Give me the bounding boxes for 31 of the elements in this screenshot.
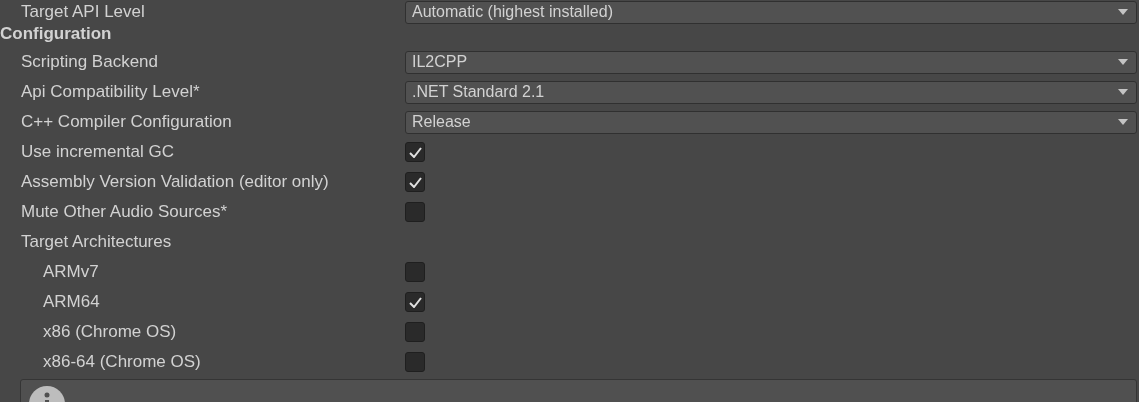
field-label: x86 (Chrome OS) [43,321,178,344]
checkbox[interactable] [405,292,425,312]
checkmark-icon [408,296,422,308]
dropdown[interactable]: .NET Standard 2.1 [405,80,1137,104]
field-label: Mute Other Audio Sources* [21,201,228,224]
group-label: Target Architectures [21,231,172,254]
field-label: Scripting Backend [21,51,160,74]
checkbox[interactable] [405,322,425,342]
field-label: Target API Level [21,1,146,24]
caret-icon [1118,9,1128,15]
dropdown[interactable]: IL2CPP [405,50,1137,74]
checkbox[interactable] [405,202,425,222]
field-label: C++ Compiler Configuration [21,111,233,134]
field-label: x86-64 (Chrome OS) [43,351,202,374]
field-label: ARMv7 [43,261,100,284]
checkmark-icon [408,176,422,188]
caret-icon [1118,89,1128,95]
caret-icon [1118,59,1128,65]
checkbox[interactable] [405,352,425,372]
dropdown[interactable]: Automatic (highest installed) [405,0,1137,24]
section-title: Configuration [0,22,112,45]
checkbox[interactable] [405,142,425,162]
field-label: Api Compatibility Level* [21,81,201,104]
checkbox[interactable] [405,172,425,192]
dropdown[interactable]: Release [405,110,1137,134]
field-label: Assembly Version Validation (editor only) [21,171,330,194]
checkbox[interactable] [405,262,425,282]
caret-icon [1118,119,1128,125]
field-label: ARM64 [43,291,101,314]
field-label: Use incremental GC [21,141,176,164]
checkmark-icon [408,146,422,158]
